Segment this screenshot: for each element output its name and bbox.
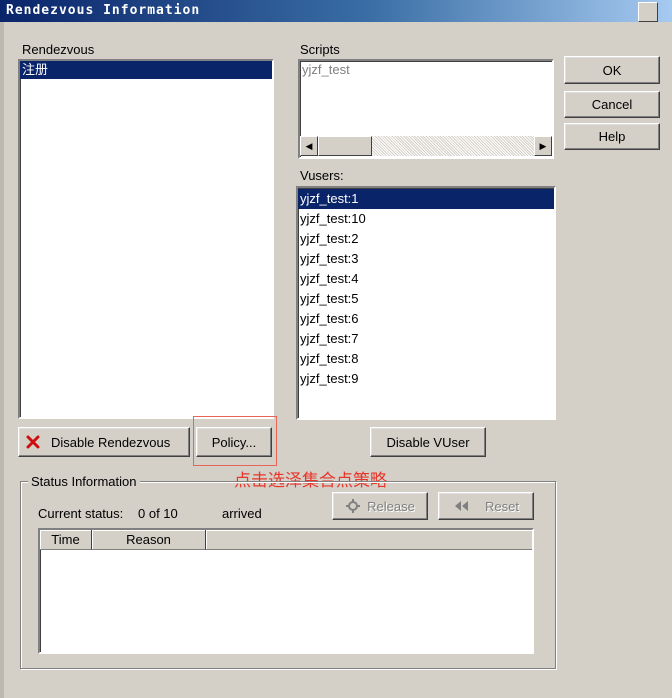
close-button[interactable]	[638, 2, 658, 22]
release-icon	[346, 499, 361, 513]
release-button[interactable]: Release	[332, 492, 428, 520]
disable-rendezvous-button[interactable]: Disable Rendezvous	[18, 427, 190, 457]
rendezvous-item[interactable]: 注册	[20, 61, 272, 79]
vuser-item[interactable]: yjzf_test:3	[298, 249, 554, 269]
disable-rendezvous-label: Disable Rendezvous	[51, 434, 171, 450]
vuser-item[interactable]: yjzf_test:7	[298, 329, 554, 349]
reset-button[interactable]: Reset	[438, 492, 534, 520]
vuser-item[interactable]: yjzf_test:1	[298, 189, 554, 209]
scroll-left-button[interactable]: ◀	[300, 136, 318, 156]
vuser-item[interactable]: yjzf_test:10	[298, 209, 554, 229]
vuser-item[interactable]: yjzf_test:4	[298, 269, 554, 289]
rewind-icon	[455, 501, 469, 511]
arrived-label: arrived	[222, 506, 262, 521]
current-status-label: Current status:	[38, 506, 124, 521]
annotation-highlight-box	[193, 416, 277, 466]
column-header-time[interactable]: Time	[40, 530, 92, 550]
vuser-item[interactable]: yjzf_test:8	[298, 349, 554, 369]
scroll-right-button[interactable]: ▶	[534, 136, 552, 156]
status-information-label: Status Information	[28, 474, 140, 489]
ok-button[interactable]: OK	[564, 56, 660, 84]
rendezvous-list[interactable]: 注册	[18, 59, 274, 419]
release-label: Release	[367, 498, 415, 514]
scripts-hscrollbar[interactable]: ◀ ▶	[300, 136, 552, 156]
vusers-label: Vusers:	[300, 168, 344, 183]
red-x-icon	[26, 435, 40, 449]
scripts-label: Scripts	[300, 42, 340, 57]
column-header-reason[interactable]: Reason	[92, 530, 206, 550]
status-table[interactable]: Time Reason	[38, 528, 534, 654]
script-item[interactable]: yjzf_test	[300, 61, 552, 79]
scroll-thumb[interactable]	[318, 136, 372, 156]
column-header-empty	[206, 530, 532, 550]
window-left-edge	[0, 22, 4, 698]
window-title: Rendezvous Information	[6, 3, 201, 18]
reset-label: Reset	[485, 498, 519, 514]
rendezvous-label: Rendezvous	[22, 42, 95, 57]
title-bar: Rendezvous Information	[0, 0, 672, 22]
help-button[interactable]: Help	[564, 123, 660, 150]
current-status-count: 0 of 10	[138, 506, 178, 521]
vuser-item[interactable]: yjzf_test:6	[298, 309, 554, 329]
vuser-item[interactable]: yjzf_test:2	[298, 229, 554, 249]
vuser-item[interactable]: yjzf_test:5	[298, 289, 554, 309]
vuser-item[interactable]: yjzf_test:9	[298, 369, 554, 389]
cancel-button[interactable]: Cancel	[564, 91, 660, 118]
disable-vuser-button[interactable]: Disable VUser	[370, 427, 486, 457]
vusers-list[interactable]: yjzf_test:1 yjzf_test:10 yjzf_test:2 yjz…	[296, 186, 556, 420]
